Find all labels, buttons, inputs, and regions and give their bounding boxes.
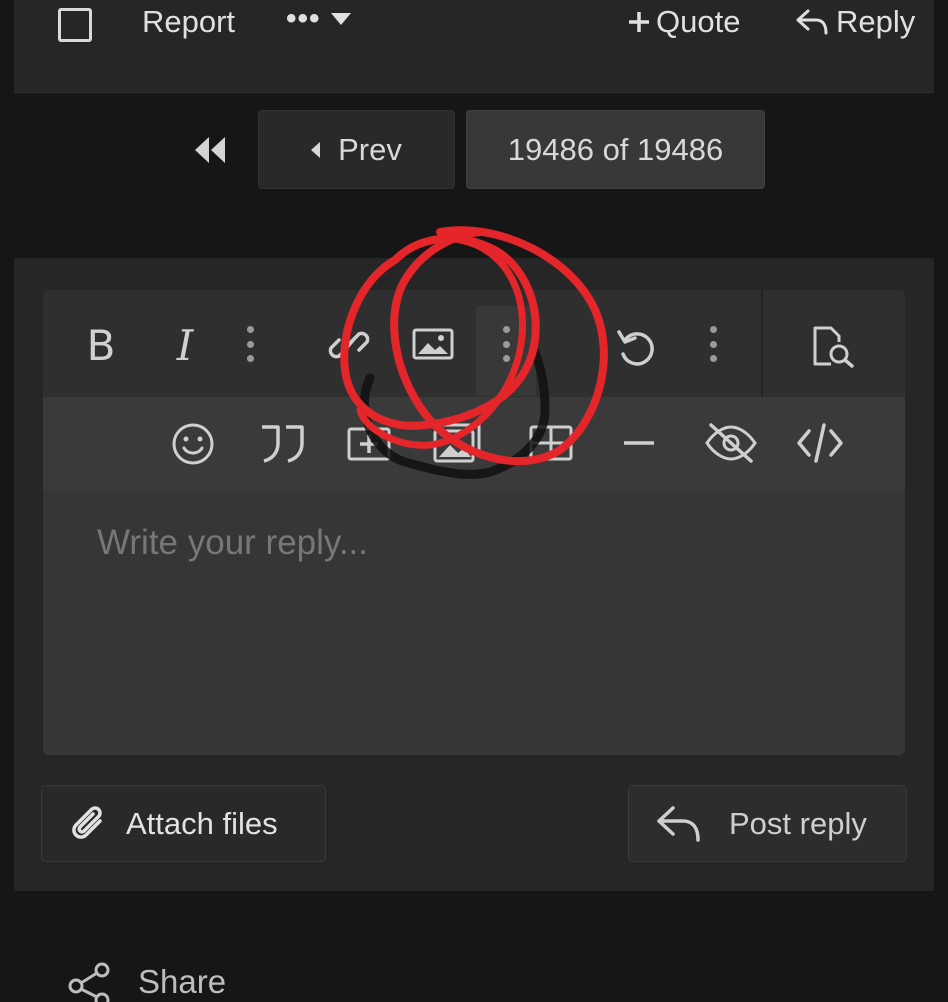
insert-code-button[interactable]	[795, 421, 845, 465]
attach-files-label: Attach files	[126, 805, 278, 841]
gallery-icon	[433, 423, 481, 463]
share-link[interactable]: Share	[66, 962, 226, 1002]
horizontal-rule-button[interactable]	[621, 421, 657, 465]
prev-page-button[interactable]: Prev	[258, 110, 455, 189]
italic-button[interactable]: I	[163, 320, 207, 370]
media-add-icon	[347, 427, 391, 461]
more-text-options-button[interactable]	[245, 326, 255, 362]
bold-button[interactable]: B	[79, 320, 123, 370]
paperclip-icon	[72, 805, 102, 839]
quote-icon	[262, 425, 304, 463]
minus-icon	[624, 441, 654, 445]
prev-label: Prev	[338, 131, 402, 167]
reply-label: Reply	[836, 4, 916, 39]
chevron-down-icon	[330, 13, 351, 25]
more-insert-options-button[interactable]	[501, 326, 511, 362]
undo-icon	[617, 330, 654, 366]
attach-files-button[interactable]: Attach files	[41, 785, 326, 862]
vertical-dots-icon	[708, 326, 718, 362]
vertical-dots-icon	[501, 326, 511, 362]
more-history-options-button[interactable]	[708, 326, 718, 362]
share-icon	[68, 962, 110, 1002]
image-icon	[412, 328, 454, 360]
insert-link-button[interactable]	[327, 322, 371, 368]
post-action-bar: Report ••• Quote Reply	[14, 0, 934, 93]
preview-button[interactable]	[807, 324, 859, 368]
post-reply-button[interactable]: Post reply	[628, 785, 907, 862]
insert-media-button[interactable]	[346, 421, 396, 465]
editor-toolbar-secondary	[43, 397, 905, 491]
reply-arrow-icon	[657, 805, 700, 842]
table-icon	[529, 425, 573, 461]
plus-icon	[629, 12, 649, 32]
post-reply-label: Post reply	[729, 805, 867, 841]
reply-arrow-icon	[796, 9, 828, 35]
caret-left-icon	[311, 141, 321, 158]
rich-text-editor: B I	[43, 290, 905, 755]
report-link[interactable]: Report	[142, 2, 235, 42]
preview-zone	[761, 290, 905, 397]
insert-table-button[interactable]	[528, 421, 574, 465]
first-page-icon[interactable]	[192, 137, 228, 163]
smiley-icon	[172, 423, 214, 465]
quote-label: Quote	[656, 4, 741, 39]
editor-toolbar-primary: B I	[43, 290, 905, 397]
page-jump-button[interactable]: 19486 of 19486	[466, 110, 765, 189]
insert-gallery-button[interactable]	[433, 421, 483, 465]
spoiler-button[interactable]	[703, 421, 759, 465]
insert-emoji-button[interactable]	[170, 421, 216, 467]
document-search-icon	[813, 326, 854, 368]
quote-button[interactable]: Quote	[626, 2, 740, 42]
vertical-dots-icon	[245, 326, 255, 362]
eye-slash-icon	[705, 423, 757, 463]
reply-button[interactable]: Reply	[794, 2, 915, 42]
reply-textarea[interactable]	[43, 491, 905, 755]
share-label: Share	[138, 963, 227, 1000]
link-icon	[328, 331, 370, 359]
undo-button[interactable]	[615, 326, 659, 370]
insert-quote-button[interactable]	[258, 421, 308, 465]
code-icon	[797, 423, 843, 463]
more-options-menu[interactable]: •••	[286, 4, 351, 34]
select-post-checkbox[interactable]	[58, 8, 92, 42]
insert-image-button[interactable]	[411, 326, 455, 362]
more-dots-icon: •••	[286, 2, 321, 35]
